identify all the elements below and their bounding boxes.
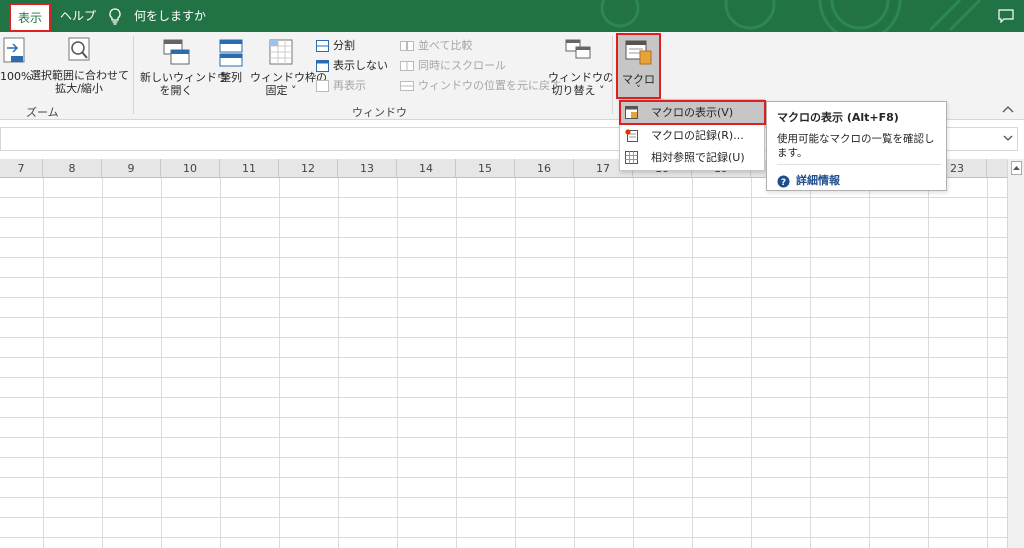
relative-reference-icon (625, 151, 638, 164)
macro-view-icon (625, 106, 638, 119)
arrange-all-button[interactable]: 整列 (216, 38, 246, 84)
svg-text:?: ? (781, 178, 786, 188)
zoom-group-label: ズーム (26, 106, 59, 119)
macro-icon (625, 40, 652, 65)
column-header[interactable]: 8 (43, 159, 102, 178)
column-header[interactable]: 13 (338, 159, 397, 178)
column-header[interactable]: 14 (397, 159, 456, 178)
freeze-panes-label-2: 固定 ˅ (265, 84, 297, 97)
view-side-by-side-button[interactable]: 並べて比較 (400, 37, 473, 55)
unhide-window-icon (316, 80, 329, 92)
zoom-selection-label-2: 拡大/縮小 (55, 82, 103, 95)
tooltip-body: 使用可能なマクロの一覧を確認します。 (777, 133, 935, 159)
zoom-100-button[interactable]: 100% (0, 36, 32, 83)
background-decoration (600, 0, 982, 32)
ribbon-tab-bar: 表示 ヘルプ 何をしますか (0, 0, 1024, 32)
switch-windows-label-2: 切り替え ˅ (551, 84, 605, 97)
zoom-100-label: 100% (0, 70, 32, 83)
lightbulb-icon (109, 8, 121, 25)
freeze-panes-label-1: ウィンドウ枠の (250, 71, 327, 84)
excel-window: 表示 ヘルプ 何をしますか 100% 選択範囲に合わせて 拡大/縮小 ズーム 新… (0, 0, 1024, 548)
macro-chevron: ˅ (636, 85, 641, 95)
new-window-button[interactable]: 新しいウィンドウ を開く (140, 38, 228, 97)
menu-item-label: マクロの記録(R)... (651, 129, 744, 142)
freeze-panes-button[interactable]: ウィンドウ枠の 固定 ˅ (250, 38, 327, 97)
tab-help[interactable]: ヘルプ (60, 0, 96, 32)
menu-item-relative-reference[interactable]: 相対参照で記録(U) (621, 147, 764, 168)
tell-me-more-label: 詳細情報 (796, 174, 840, 187)
macro-record-icon (625, 129, 638, 142)
new-window-label-1: 新しいウィンドウ (140, 71, 228, 84)
split-button[interactable]: 分割 (316, 37, 355, 55)
hide-window-label: 表示しない (333, 59, 388, 72)
column-header[interactable]: 11 (220, 159, 279, 178)
tooltip-title: マクロの表示 (Alt+F8) (777, 111, 899, 124)
tooltip-divider (777, 164, 941, 165)
window-group-label: ウィンドウ (352, 106, 407, 119)
tell-me-search[interactable]: 何をしますか (134, 0, 206, 32)
split-icon (316, 40, 329, 52)
new-window-label-2: を開く (159, 84, 193, 97)
reset-position-label: ウィンドウの位置を元に戻す (418, 79, 561, 92)
zoom-selection-label-1: 選択範囲に合わせて (30, 69, 129, 82)
unhide-window-label: 再表示 (333, 79, 366, 92)
tell-me-more-link[interactable]: ? 詳細情報 (777, 172, 840, 188)
column-header[interactable]: 16 (515, 159, 574, 178)
split-label: 分割 (333, 39, 355, 52)
switch-windows-label-1: ウィンドウの (548, 71, 614, 84)
freeze-panes-icon (269, 39, 293, 65)
column-header[interactable]: 12 (279, 159, 338, 178)
menu-item-label: 相対参照で記録(U) (651, 151, 745, 164)
expand-formula-bar-icon[interactable] (1003, 134, 1013, 142)
switch-windows-button[interactable]: ウィンドウの 切り替え ˅ (548, 38, 614, 97)
unhide-window-button[interactable]: 再表示 (316, 77, 366, 95)
arrange-all-icon (219, 39, 243, 67)
switch-windows-icon (565, 39, 591, 59)
caret-up-icon (1013, 166, 1020, 170)
tab-view[interactable]: 表示 (9, 3, 51, 32)
scroll-up-arrow[interactable] (1011, 161, 1022, 175)
menu-item-view-macros[interactable]: マクロの表示(V) (619, 100, 766, 125)
worksheet-grid[interactable] (0, 178, 1007, 548)
tooltip: マクロの表示 (Alt+F8) 使用可能なマクロの一覧を確認します。 ? 詳細情報 (766, 101, 947, 191)
collapse-ribbon-icon[interactable] (1002, 105, 1014, 113)
new-window-icon (163, 39, 190, 65)
macro-dropdown-menu: マクロの表示(V) マクロの記録(R)... 相対参照で記録(U) (619, 99, 766, 171)
zoom-to-selection-button[interactable]: 選択範囲に合わせて 拡大/縮小 (30, 36, 129, 95)
reset-window-position-button[interactable]: ウィンドウの位置を元に戻す (400, 77, 561, 95)
hide-window-icon (316, 60, 329, 72)
group-separator (612, 36, 613, 114)
menu-item-record-macro[interactable]: マクロの記録(R)... (621, 125, 764, 146)
sync-scroll-button[interactable]: 同時にスクロール (400, 57, 506, 75)
help-icon: ? (777, 175, 790, 188)
hide-window-button[interactable]: 表示しない (316, 57, 388, 75)
column-header[interactable]: 7 (0, 159, 43, 178)
side-by-side-label: 並べて比較 (418, 39, 473, 52)
sync-scroll-icon (400, 61, 414, 71)
sync-scroll-label: 同時にスクロール (418, 59, 506, 72)
group-separator (133, 36, 134, 114)
menu-item-label: マクロの表示(V) (651, 106, 734, 119)
column-header[interactable]: 10 (161, 159, 220, 178)
reset-position-icon (400, 81, 414, 91)
column-header[interactable]: 15 (456, 159, 515, 178)
side-by-side-icon (400, 41, 414, 51)
arrange-all-label: 整列 (220, 71, 242, 84)
zoom-100-icon (3, 37, 25, 63)
comment-icon[interactable] (998, 9, 1014, 23)
vertical-scrollbar[interactable] (1007, 159, 1024, 548)
macro-button[interactable]: マクロ ˅ (616, 33, 661, 99)
column-header[interactable]: 9 (102, 159, 161, 178)
zoom-selection-icon (68, 37, 90, 61)
